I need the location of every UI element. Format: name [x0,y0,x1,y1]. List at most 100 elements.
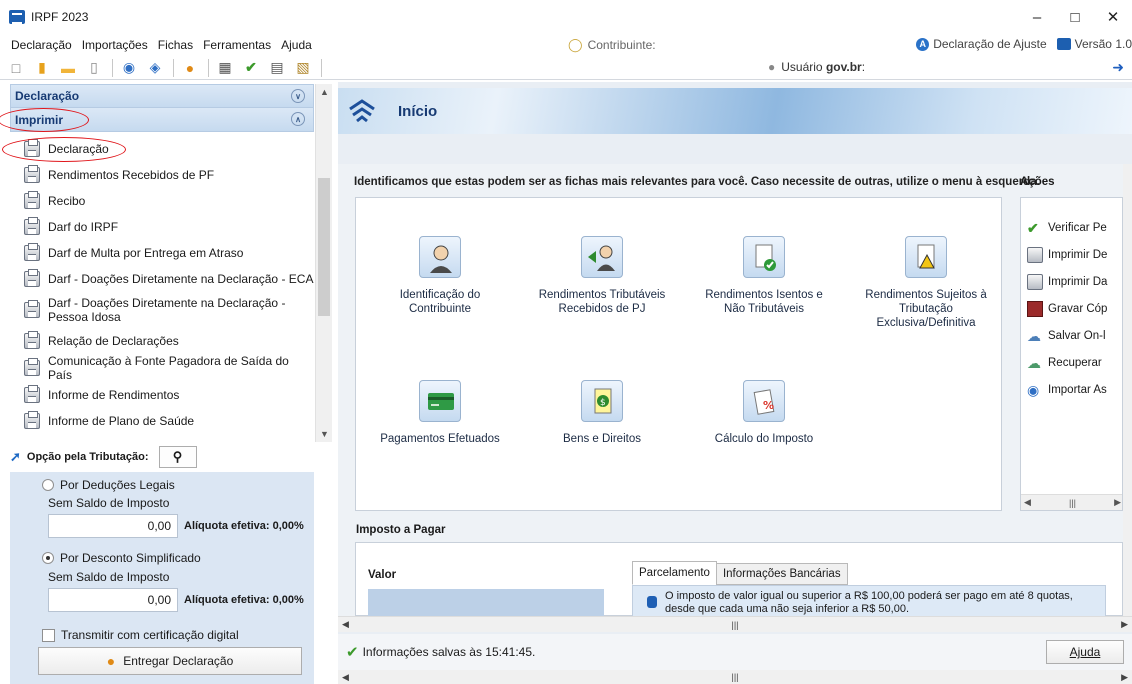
page-title: Início [398,102,438,120]
acao-importar[interactable]: ◉ Importar As [1021,382,1107,398]
sidebar-item-informe-saude[interactable]: Informe de Plano de Saúde [10,408,314,434]
declaracao-ajuste-label[interactable]: Declaração de Ajuste [933,37,1046,51]
maximize-button[interactable]: □ [1056,0,1094,34]
sidebar-scrollbar[interactable]: ▲ ▼ [315,84,332,442]
menu-fichas[interactable]: Fichas [153,38,198,52]
sidebar-item-darf-eca[interactable]: Darf - Doações Diretamente na Declaração… [10,266,314,292]
scroll-down-arrow[interactable]: ▼ [316,426,333,442]
sidebar-item-label: Darf - Doações Diretamente na Declaração… [48,296,286,324]
tab-informacoes-bancarias[interactable]: Informações Bancárias [715,563,848,585]
tile-rend-isentos[interactable]: Rendimentos Isentos e Não Tributáveis [694,236,834,316]
open-folder-icon[interactable]: ▮ [32,59,52,77]
tile-identificacao[interactable]: Identificação do Contribuinte [370,236,510,316]
acao-gravar-copia[interactable]: Gravar Cóp [1021,301,1107,317]
menu-ferramentas[interactable]: Ferramentas [198,38,276,52]
scroll-thumb[interactable] [318,178,330,316]
minimize-button[interactable]: – [1018,0,1056,34]
scroll-grip[interactable]: ||| [731,672,738,682]
sidebar-item-darf-multa[interactable]: Darf de Multa por Entrega em Atraso [10,240,314,266]
main-vscrollbar[interactable] [1123,164,1132,616]
menu-declaracao[interactable]: Declaração [6,38,77,52]
exit-icon[interactable]: ➜ [1112,59,1124,76]
tile-rend-exclusiva[interactable]: Rendimentos Sujeitos à Tributação Exclus… [856,236,996,330]
main-hscrollbar[interactable]: ◀ ||| ▶ [338,616,1132,632]
help-book-icon[interactable]: ▧ [293,59,313,77]
menu-importacoes[interactable]: Importações [77,38,153,52]
section-declaracao[interactable]: Declaração ∨ [10,84,314,108]
printer-icon [24,217,40,235]
scroll-right-arrow[interactable]: ▶ [1121,672,1128,683]
new-document-icon[interactable]: □ [6,59,26,77]
calculator-icon[interactable]: ▤ [267,59,287,77]
tab-parcelamento[interactable]: Parcelamento [632,561,717,585]
scroll-left-arrow[interactable]: ◀ [1024,497,1031,508]
sidebar-item-darf-idosa[interactable]: Darf - Doações Diretamente na Declaração… [10,292,314,328]
ajuda-button[interactable]: Ajuda [1046,640,1124,664]
tile-bens-direitos[interactable]: $ Bens e Direitos [532,380,672,446]
scroll-left-arrow[interactable]: ◀ [342,672,349,683]
sidebar-item-label: Recibo [48,194,86,208]
sidebar-item-rendimentos-pf[interactable]: Rendimentos Recebidos de PF [10,162,314,188]
printer-icon [24,243,40,261]
save-disk-icon [1027,301,1043,317]
sidebar-item-label: Darf do IRPF [48,220,119,234]
folder-icon[interactable]: ▬ [58,59,78,77]
printer-icon [24,385,40,403]
scroll-up-arrow[interactable]: ▲ [316,84,333,100]
tile-label: Pagamentos Efetuados [380,433,500,445]
acao-label: Verificar Pe [1048,222,1107,234]
tile-rend-tributaveis[interactable]: Rendimentos Tributáveis Recebidos de PJ [532,236,672,316]
transmit-icon[interactable]: ◉ [119,59,139,77]
scroll-right-arrow[interactable]: ▶ [1121,619,1128,630]
receive-icon[interactable]: ◈ [145,59,165,77]
sidebar-item-recibo[interactable]: Recibo [10,188,314,214]
tile-calculo-imposto[interactable]: % Cálculo do Imposto [694,380,834,446]
tile-label: Bens e Direitos [563,433,641,445]
verify-check-icon[interactable]: ✔ [241,59,261,77]
sidebar-item-relacao[interactable]: Relação de Declarações [10,328,314,354]
tile-label: Rendimentos Sujeitos à Tributação Exclus… [865,289,987,329]
scroll-left-arrow[interactable]: ◀ [342,619,349,630]
print-icon[interactable]: ▦ [215,59,235,77]
menu-ajuda[interactable]: Ajuda [276,38,317,52]
acao-salvar-online[interactable]: ☁ Salvar On-l [1021,328,1106,344]
versao-label[interactable]: Versão 1.0 [1075,37,1132,51]
svg-text:%: % [763,399,774,412]
deliver-icon[interactable]: ● [180,59,200,77]
tile-pagamentos[interactable]: Pagamentos Efetuados [370,380,510,446]
acao-recuperar[interactable]: ☁ Recuperar [1021,355,1102,371]
user-suffix: : [861,60,866,74]
checkbox[interactable] [42,628,55,642]
close-button[interactable]: ✕ [1094,0,1132,34]
acao-imprimir-darf[interactable]: Imprimir Da [1021,274,1107,290]
acoes-hscrollbar[interactable]: ◀ ||| ▶ [1021,494,1122,510]
radio-deducoes-legais[interactable]: Por Deduções Legais [42,478,175,492]
scroll-grip[interactable]: ||| [1069,498,1076,508]
sidebar-item-label: Rendimentos Recebidos de PF [48,168,215,182]
acao-imprimir-declaracao[interactable]: Imprimir De [1021,247,1107,263]
search-button[interactable]: ⚲ [158,446,197,468]
radio-on[interactable] [42,552,54,564]
scroll-right-arrow[interactable]: ▶ [1114,497,1121,508]
acao-verificar[interactable]: ✔ Verificar Pe [1021,220,1107,236]
chevron-down-icon[interactable]: ∨ [291,89,305,103]
main-area: Início Identificamos que estas podem ser… [338,82,1132,684]
entregar-declaracao-button[interactable]: ● Entregar Declaração [38,647,302,675]
printer-icon [1027,274,1043,290]
radio-desconto-simplificado[interactable]: Por Desconto Simplificado [42,551,201,565]
bottom-hscrollbar[interactable]: ◀ ||| ▶ [338,670,1132,684]
radio-off[interactable] [42,479,54,491]
window-title: IRPF 2023 [31,10,89,24]
sidebar-item-informe-rendimentos[interactable]: Informe de Rendimentos [10,382,314,408]
scroll-grip[interactable]: ||| [731,620,738,630]
transmitir-certificado-checkbox[interactable]: Transmitir com certificação digital [42,628,239,642]
sidebar-item-comunicacao[interactable]: Comunicação à Fonte Pagadora de Saída do… [10,354,314,382]
chevron-up-icon[interactable]: ∧ [291,112,305,126]
tile-label: Identificação do Contribuinte [399,289,481,315]
lock-icon: ◯ [568,37,583,52]
sidebar-item-darf-irpf[interactable]: Darf do IRPF [10,214,314,240]
trash-icon[interactable]: ▯ [84,59,104,77]
highlight-circle-imprimir [0,108,89,132]
intro-text: Identificamos que estas podem ser as fic… [354,176,1040,188]
sidebar-item-label: Comunicação à Fonte Pagadora de Saída do… [48,354,289,382]
